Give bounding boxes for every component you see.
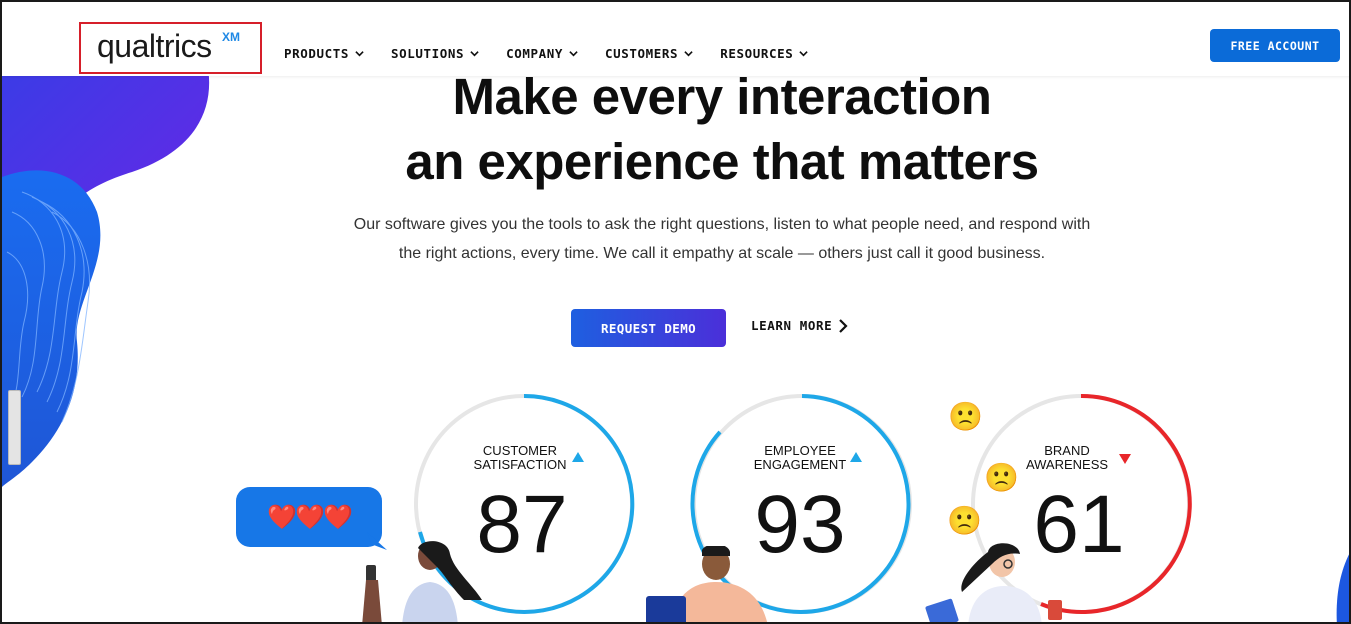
hero-title-line-2: an experience that matters <box>405 133 1039 190</box>
hero-subtitle-line-1: Our software gives you the tools to ask … <box>353 216 1091 233</box>
free-account-button[interactable]: FREE ACCOUNT <box>1210 29 1340 62</box>
nav-item-resources[interactable]: RESOURCES <box>720 46 809 61</box>
person-illustration-left <box>362 541 482 622</box>
hero-subtitle-line-2: the right actions, every time. We call i… <box>398 245 1046 262</box>
xm-logo-badge: XM <box>222 30 240 44</box>
nav-item-customers[interactable]: CUSTOMERS <box>605 46 693 61</box>
metric-label-line: SATISFACTION <box>473 457 567 472</box>
nav-item-label: RESOURCES <box>720 46 794 61</box>
metric-label-line: EMPLOYEE <box>764 443 836 458</box>
nav-item-company[interactable]: COMPANY <box>506 46 578 61</box>
person-illustration-right <box>925 543 1062 622</box>
decorative-right-shape <box>1336 554 1349 622</box>
sad-face-icon: 🙁 <box>948 401 983 432</box>
nav-item-label: SOLUTIONS <box>391 46 465 61</box>
side-scroll-handle[interactable] <box>8 390 21 465</box>
chevron-down-icon <box>799 51 809 57</box>
nav-item-label: COMPANY <box>506 46 564 61</box>
metric-label-line: CUSTOMER <box>482 443 558 458</box>
chevron-down-icon <box>684 51 693 57</box>
hearts-icon: ❤️❤️❤️ <box>267 503 353 531</box>
top-navigation-bar: qualtrics XM PRODUCTS SOLUTIONS COMPANY … <box>2 2 1349 76</box>
metric-label: EMPLOYEE ENGAGEMENT <box>730 444 870 472</box>
chevron-down-icon <box>470 51 479 57</box>
request-demo-button[interactable]: REQUEST DEMO <box>571 309 726 347</box>
main-nav: PRODUCTS SOLUTIONS COMPANY CUSTOMERS RES… <box>284 46 835 61</box>
hearts-chat-bubble: ❤️❤️❤️ <box>236 487 382 547</box>
nav-item-solutions[interactable]: SOLUTIONS <box>391 46 479 61</box>
nav-item-label: CUSTOMERS <box>605 46 679 61</box>
sad-face-icon: 🙁 <box>947 505 982 536</box>
metric-label-line: ENGAGEMENT <box>753 457 847 472</box>
trend-up-icon <box>850 452 862 462</box>
person-illustration-middle <box>646 546 767 622</box>
learn-more-label: LEARN MORE <box>751 318 833 333</box>
chevron-right-icon <box>839 318 848 333</box>
sad-face-icon: 🙁 <box>984 462 1019 493</box>
nav-item-label: PRODUCTS <box>284 46 350 61</box>
chevron-down-icon <box>355 51 364 57</box>
qualtrics-logo[interactable]: qualtrics <box>97 28 212 65</box>
chevron-down-icon <box>569 51 578 57</box>
nav-item-products[interactable]: PRODUCTS <box>284 46 364 61</box>
metric-label: CUSTOMER SATISFACTION <box>450 444 590 472</box>
metric-label-line: BRAND <box>1044 443 1090 458</box>
learn-more-link[interactable]: LEARN MORE <box>751 318 848 333</box>
trend-up-icon <box>572 452 584 462</box>
page-frame: qualtrics XM PRODUCTS SOLUTIONS COMPANY … <box>0 0 1351 624</box>
trend-down-icon <box>1119 454 1131 464</box>
